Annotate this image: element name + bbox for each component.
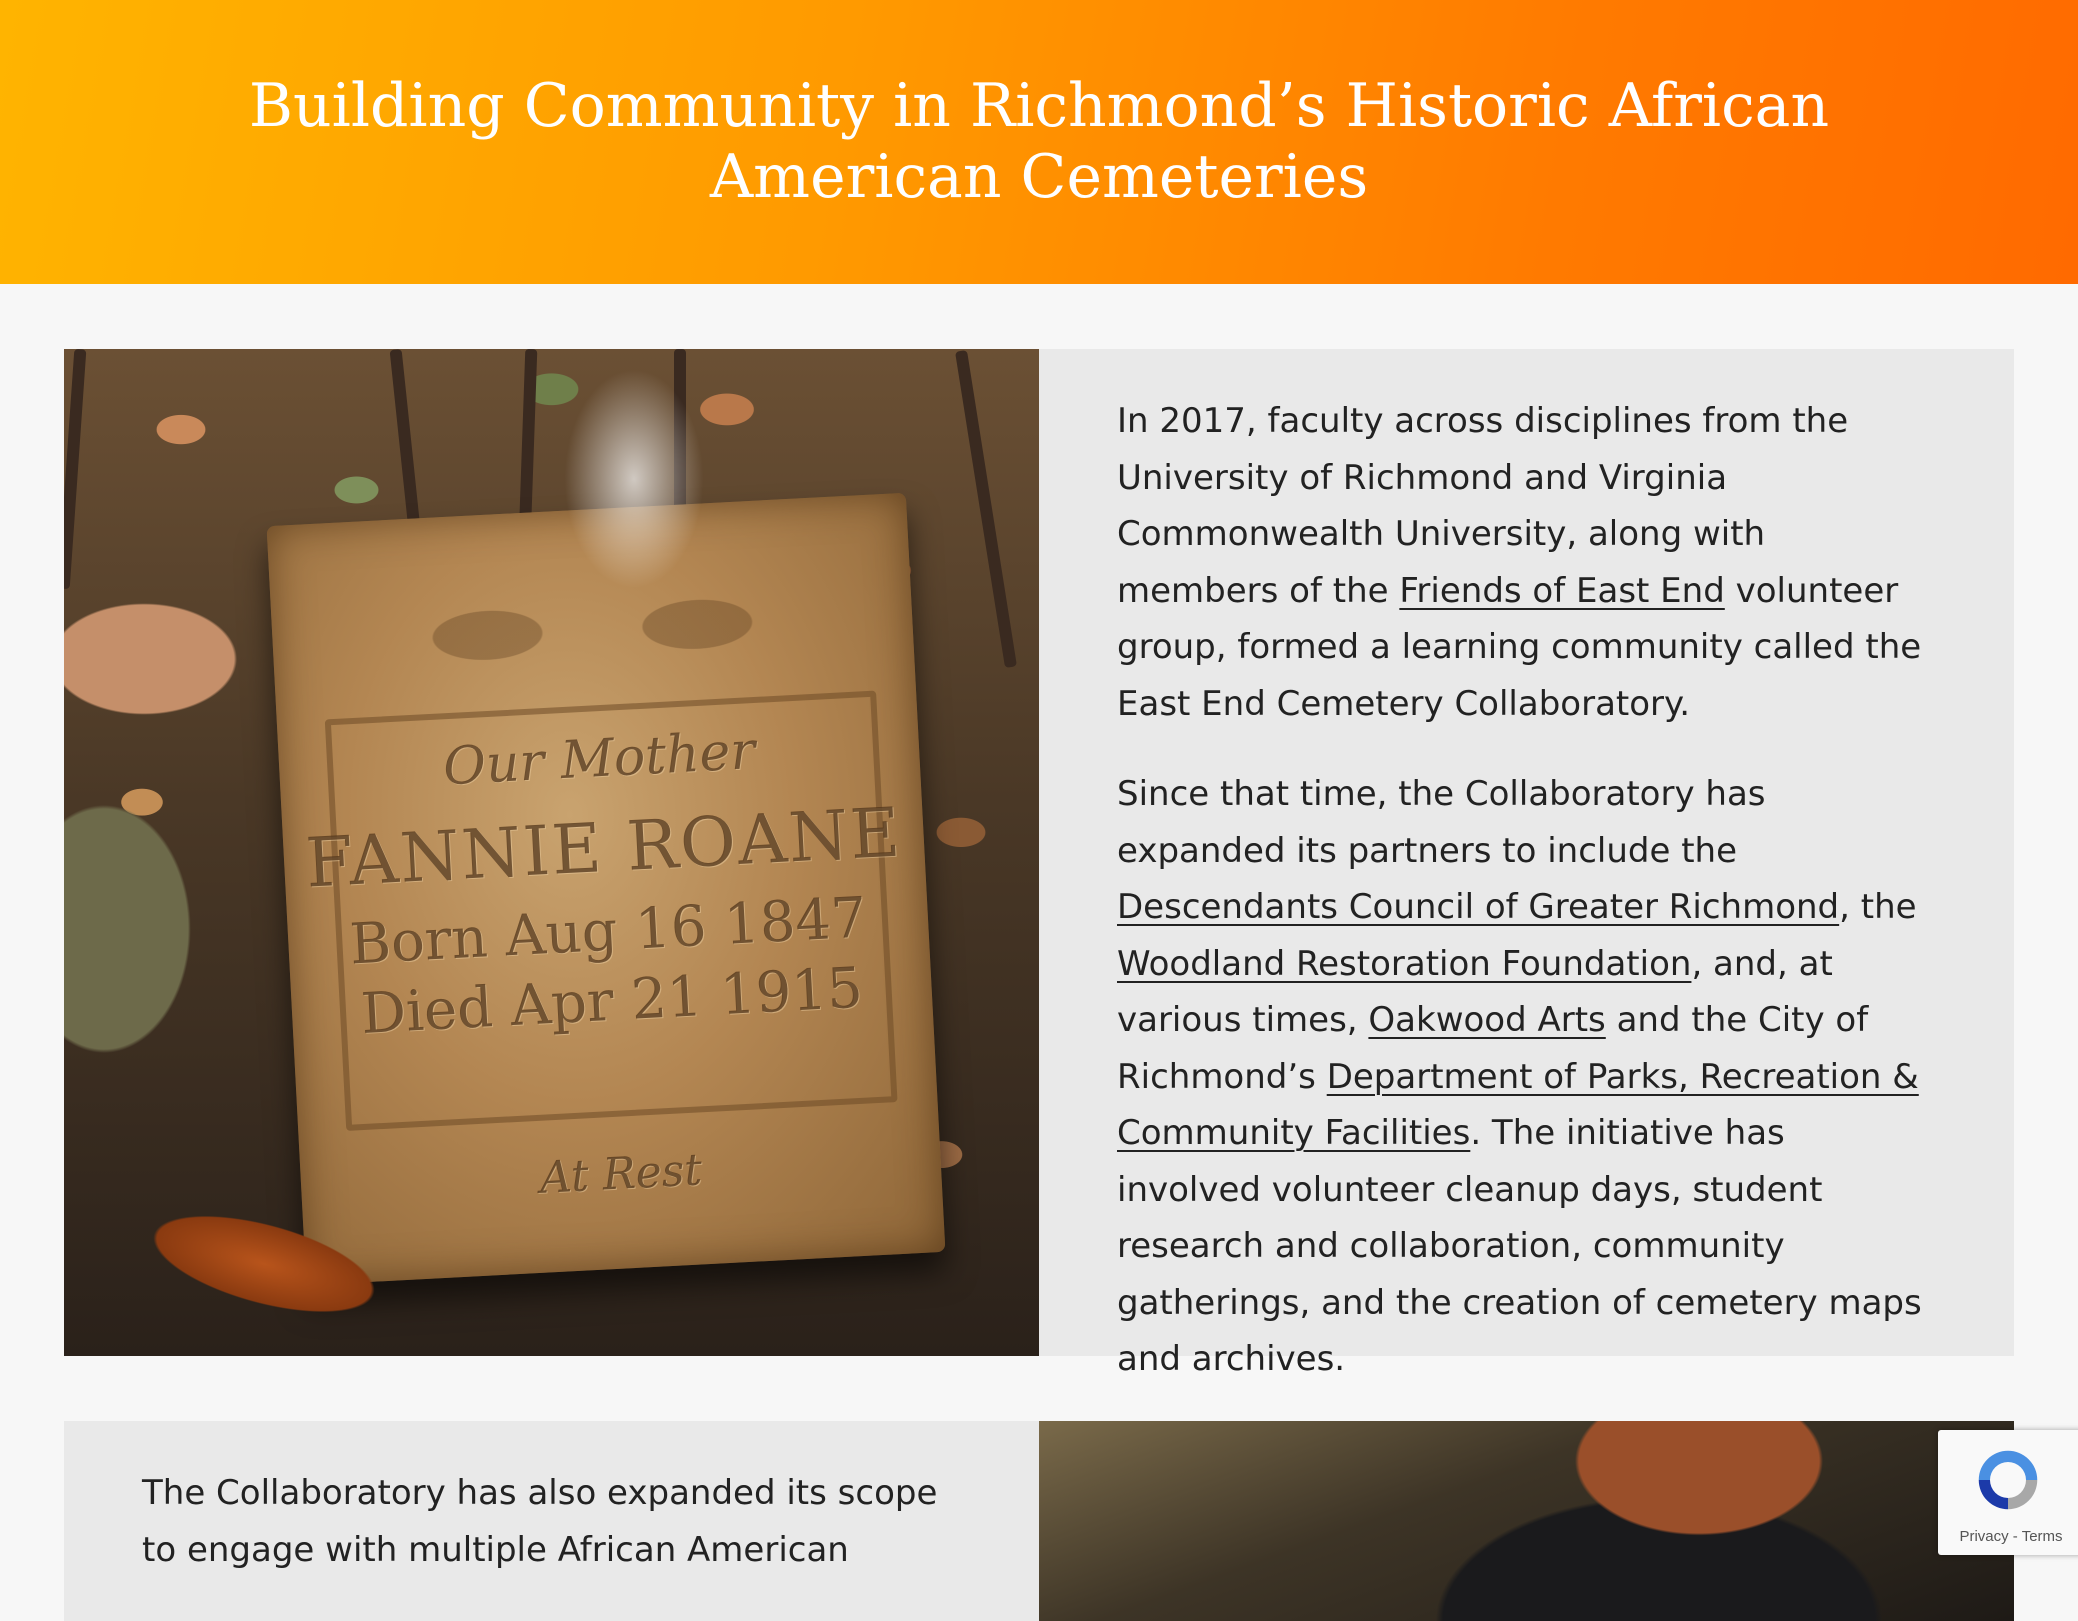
- intro-paragraph-2: Since that time, the Collaboratory has e…: [1117, 766, 1936, 1388]
- friends-of-east-end-link[interactable]: Friends of East End: [1399, 571, 1724, 611]
- oakwood-arts-link[interactable]: Oakwood Arts: [1368, 1000, 1605, 1040]
- scope-paragraph: The Collaboratory has also expanded its …: [142, 1473, 938, 1570]
- woodland-restoration-link[interactable]: Woodland Restoration Foundation: [1117, 944, 1691, 984]
- content-row-1: Our Mother FANNIE ROANE Born Aug 16 1847…: [64, 349, 2014, 1379]
- recaptcha-icon: [1978, 1450, 2038, 1510]
- gravestone: Our Mother FANNIE ROANE Born Aug 16 1847…: [266, 492, 946, 1286]
- page-header: Building Community in Richmond’s Histori…: [0, 0, 2078, 284]
- page-title: Building Community in Richmond’s Histori…: [248, 71, 1830, 212]
- paragraph-text: , the: [1839, 887, 1917, 927]
- intro-paragraph-1: In 2017, faculty across disciplines from…: [1117, 393, 1936, 732]
- gravestone-photo: Our Mother FANNIE ROANE Born Aug 16 1847…: [64, 349, 1039, 1356]
- recaptcha-separator: -: [2008, 1528, 2022, 1545]
- recaptcha-privacy-link[interactable]: Privacy: [1959, 1528, 2008, 1545]
- recaptcha-links: Privacy - Terms: [1938, 1528, 2078, 1545]
- descendants-council-link[interactable]: Descendants Council of Greater Richmond: [1117, 887, 1839, 927]
- recaptcha-badge[interactable]: Privacy - Terms: [1938, 1430, 2078, 1555]
- scope-text-card: The Collaboratory has also expanded its …: [64, 1421, 1039, 1621]
- volunteer-figure: [1279, 1421, 2014, 1621]
- content-row-2: The Collaboratory has also expanded its …: [64, 1421, 2014, 1621]
- volunteer-photo: [1039, 1421, 2014, 1621]
- paragraph-text: Since that time, the Collaboratory has e…: [1117, 774, 1766, 871]
- water-splash: [564, 369, 704, 589]
- engraving-line: At Rest: [538, 1144, 704, 1204]
- recaptcha-terms-link[interactable]: Terms: [2022, 1528, 2063, 1545]
- intro-text-card: In 2017, faculty across disciplines from…: [1039, 349, 2014, 1379]
